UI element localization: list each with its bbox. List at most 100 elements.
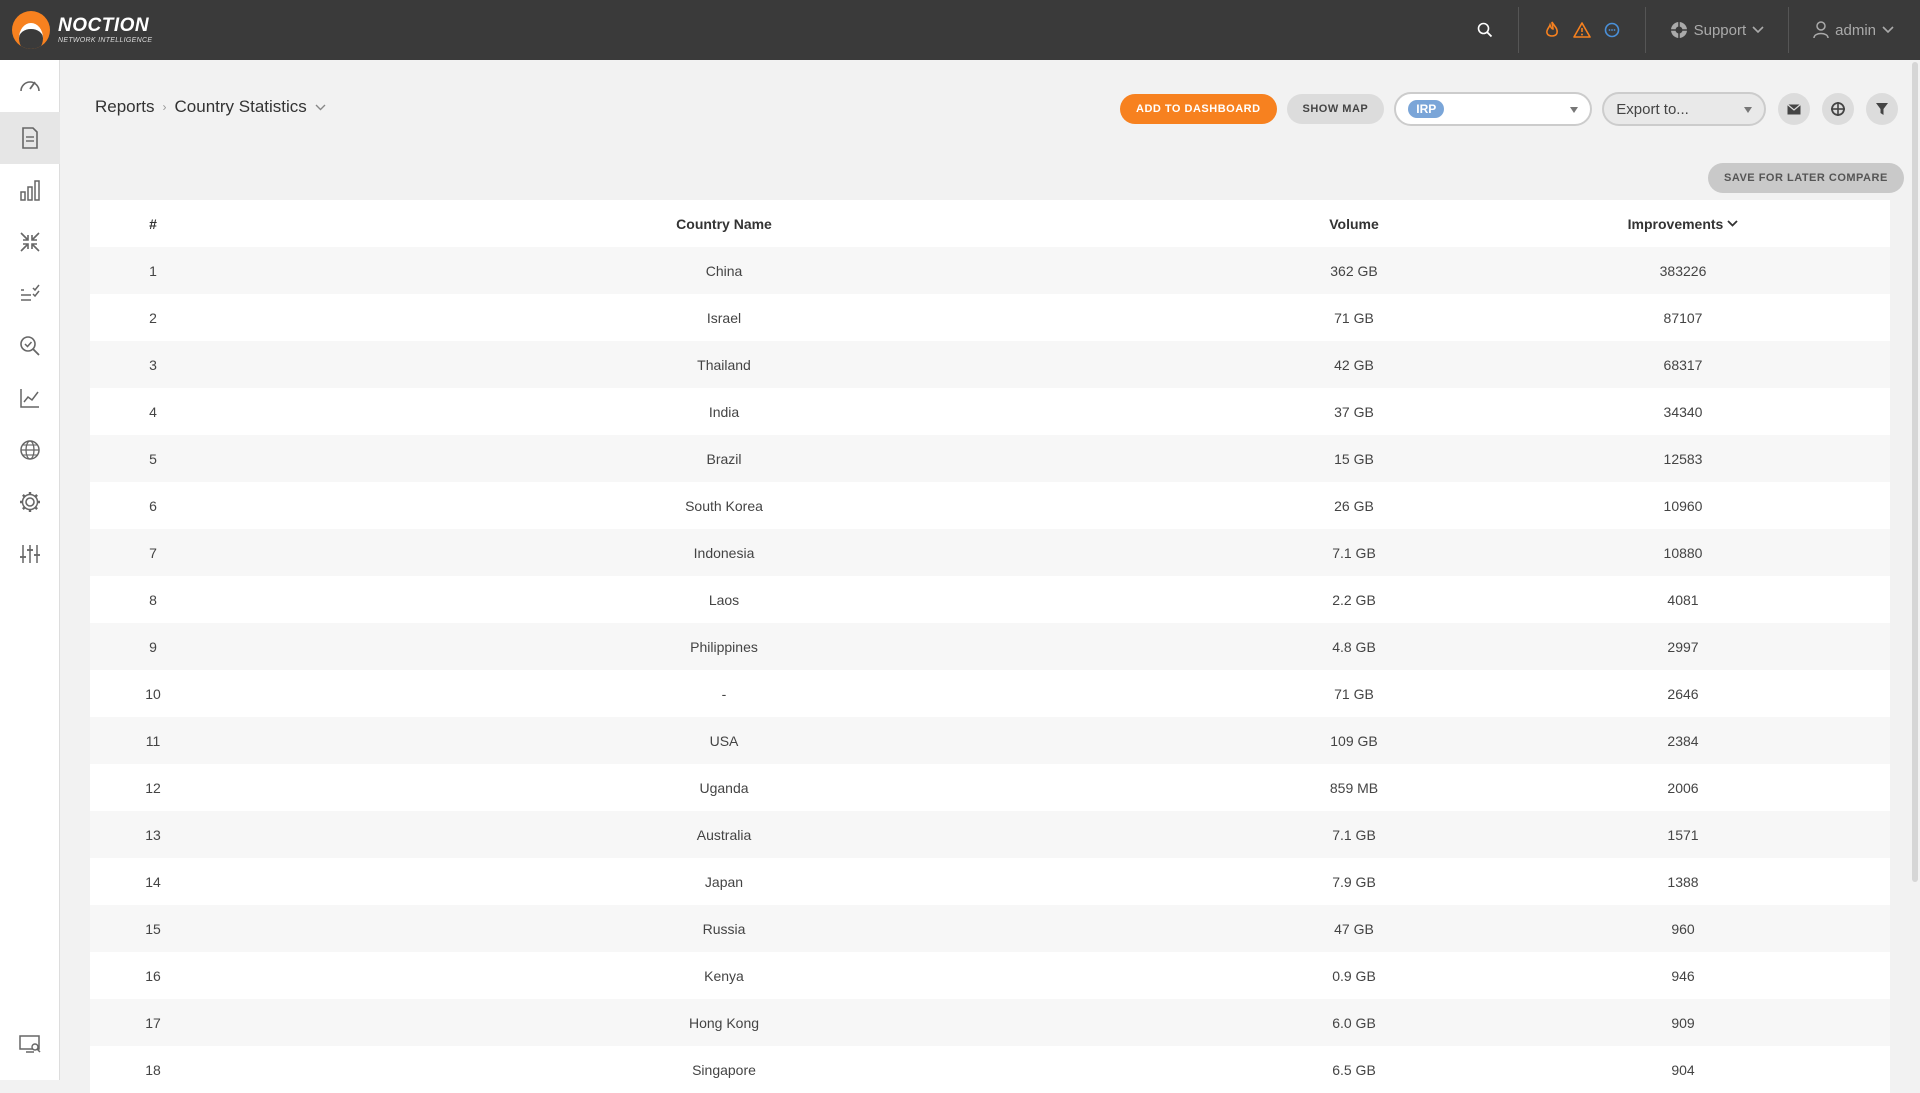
divider: [1517, 7, 1519, 53]
row-volume: 0.9 GB: [1232, 952, 1476, 999]
noction-logo[interactable]: NOCTION NETWORK INTELLIGENCE: [12, 11, 152, 49]
sidebar-item-monitor[interactable]: [0, 1018, 60, 1070]
row-country: Laos: [216, 576, 1232, 623]
save-for-later-compare-button[interactable]: SAVE FOR LATER COMPARE: [1708, 163, 1904, 193]
column-header-improvements[interactable]: Improvements: [1476, 200, 1890, 247]
table-row[interactable]: 13 Australia 7.1 GB 1571: [90, 811, 1890, 858]
table-row[interactable]: 10-71 GB 2646: [90, 670, 1890, 717]
row-index: 2: [90, 294, 216, 341]
row-index: 8: [90, 576, 216, 623]
sidebar-item-settings[interactable]: [0, 476, 60, 528]
sidebar-item-graphs[interactable]: [0, 164, 60, 216]
row-volume: 71 GB: [1232, 294, 1476, 341]
table-row[interactable]: 3 Thailand 42 GB 68317: [90, 341, 1890, 388]
email-button[interactable]: [1778, 93, 1811, 125]
warning-icon[interactable]: [1567, 15, 1597, 45]
row-improvements: 10960: [1476, 482, 1890, 529]
row-improvements: 383226: [1476, 247, 1890, 294]
row-volume: 4.8 GB: [1232, 623, 1476, 670]
table-row[interactable]: 9 Philippines 4.8 GB 2997: [90, 623, 1890, 670]
row-country: Japan: [216, 858, 1232, 905]
table-row[interactable]: 11 USA 109 GB 2384: [90, 717, 1890, 764]
row-country: China: [216, 247, 1232, 294]
row-country: Hong Kong: [216, 999, 1232, 1046]
table-row[interactable]: 4 India 37 GB 34340: [90, 388, 1890, 435]
search-icon[interactable]: [1470, 15, 1500, 45]
row-country: India: [216, 388, 1232, 435]
gear-icon: [20, 492, 40, 512]
sidebar-item-trends[interactable]: [0, 372, 60, 424]
fire-icon[interactable]: [1537, 15, 1567, 45]
chevron-down-icon: [1882, 26, 1894, 34]
row-index: 5: [90, 435, 216, 482]
table-row[interactable]: 14 Japan 7.9 GB 1388: [90, 858, 1890, 905]
chevron-down-icon[interactable]: [315, 104, 326, 111]
top-right-controls: Support admin: [1470, 0, 1920, 60]
logo-mark-icon: [12, 11, 50, 49]
row-index: 6: [90, 482, 216, 529]
row-index: 13: [90, 811, 216, 858]
row-country: Israel: [216, 294, 1232, 341]
sidebar-item-configuration[interactable]: [0, 528, 60, 580]
sidebar-item-globe[interactable]: [0, 424, 60, 476]
column-header-volume[interactable]: Volume: [1232, 200, 1476, 247]
column-header-country[interactable]: Country Name: [216, 200, 1232, 247]
table-row[interactable]: 18 Singapore 6.5 GB 904: [90, 1046, 1890, 1093]
sidebar-item-collapse[interactable]: [0, 216, 60, 268]
row-improvements: 1388: [1476, 858, 1890, 905]
main-content: Reports › Country Statistics ADD TO DASH…: [60, 60, 1908, 1093]
table-row[interactable]: 6 South Korea 26 GB 10960: [90, 482, 1890, 529]
support-menu[interactable]: Support: [1664, 21, 1771, 39]
table-row[interactable]: 7 Indonesia 7.1 GB 10880: [90, 529, 1890, 576]
row-country: Indonesia: [216, 529, 1232, 576]
table-row[interactable]: 16 Kenya 0.9 GB 946: [90, 952, 1890, 999]
top-bar: NOCTION NETWORK INTELLIGENCE Support adm…: [0, 0, 1920, 60]
speedometer-icon: [20, 81, 40, 92]
envelope-icon: [1787, 103, 1802, 114]
table-row[interactable]: 8 Laos 2.2 GB 4081: [90, 576, 1890, 623]
breadcrumb-country-statistics[interactable]: Country Statistics: [175, 97, 307, 117]
chat-icon[interactable]: [1597, 15, 1627, 45]
page-scrollbar[interactable]: [1912, 62, 1918, 882]
table-row[interactable]: 1 China 362 GB 383226: [90, 247, 1890, 294]
monitor-search-icon: [19, 1035, 41, 1053]
row-index: 3: [90, 341, 216, 388]
user-menu[interactable]: admin: [1807, 21, 1900, 39]
row-country: -: [216, 670, 1232, 717]
sidebar: [0, 60, 60, 1080]
sidebar-item-dashboard[interactable]: [0, 60, 60, 112]
chevron-down-icon: [1752, 26, 1764, 34]
brand-tagline: NETWORK INTELLIGENCE: [58, 37, 153, 44]
add-to-dashboard-button[interactable]: ADD TO DASHBOARD: [1120, 94, 1277, 124]
irp-tag[interactable]: IRP: [1408, 100, 1445, 118]
row-index: 15: [90, 905, 216, 952]
column-header-index[interactable]: #: [90, 200, 216, 247]
sort-descending-icon: [1727, 220, 1738, 227]
table-row[interactable]: 12 Uganda 859 MB 2006: [90, 764, 1890, 811]
row-volume: 7.1 GB: [1232, 811, 1476, 858]
sidebar-item-events[interactable]: [0, 268, 60, 320]
country-statistics-table: # Country Name Volume Improvements 1 Chin…: [90, 200, 1890, 1093]
sidebar-item-reports[interactable]: [0, 112, 60, 164]
row-country: Thailand: [216, 341, 1232, 388]
show-map-button[interactable]: SHOW MAP: [1286, 94, 1385, 124]
row-volume: 7.1 GB: [1232, 529, 1476, 576]
row-volume: 47 GB: [1232, 905, 1476, 952]
table-row[interactable]: 17 Hong Kong 6.0 GB 909: [90, 999, 1890, 1046]
table-row[interactable]: 5 Brazil 15 GB 12583: [90, 435, 1890, 482]
row-volume: 362 GB: [1232, 247, 1476, 294]
filter-button[interactable]: [1866, 93, 1899, 125]
table-row[interactable]: 15 Russia 47 GB 960: [90, 905, 1890, 952]
row-volume: 2.2 GB: [1232, 576, 1476, 623]
crosshair-button[interactable]: [1822, 93, 1855, 125]
row-improvements: 68317: [1476, 341, 1890, 388]
row-improvements: 1571: [1476, 811, 1890, 858]
row-volume: 859 MB: [1232, 764, 1476, 811]
export-select[interactable]: Export to...: [1602, 92, 1767, 126]
row-volume: 6.0 GB: [1232, 999, 1476, 1046]
table-row[interactable]: 2 Israel 71 GB 87107: [90, 294, 1890, 341]
row-index: 14: [90, 858, 216, 905]
breadcrumb-reports[interactable]: Reports: [95, 97, 155, 117]
sidebar-item-analysis[interactable]: [0, 320, 60, 372]
irp-select[interactable]: IRP: [1394, 92, 1593, 126]
